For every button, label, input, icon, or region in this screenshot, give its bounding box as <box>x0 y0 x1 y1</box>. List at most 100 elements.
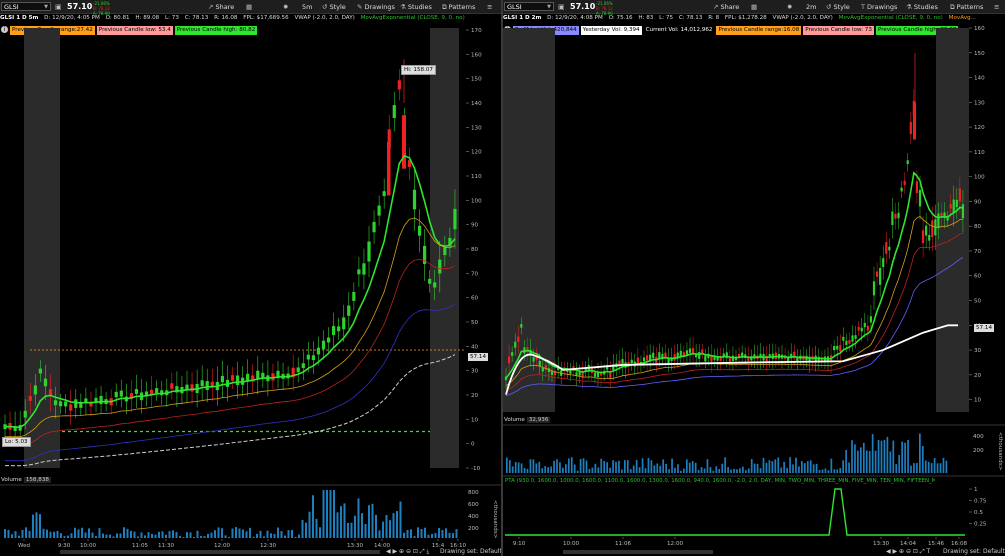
candle-body <box>731 355 735 362</box>
volume-bar <box>305 522 307 538</box>
candle-body <box>59 401 63 407</box>
price-axis-label: 30 <box>471 369 479 375</box>
candle-body <box>544 364 547 371</box>
price-axis-label: 150 <box>974 51 985 57</box>
candle-body <box>517 336 520 342</box>
volume-bar <box>865 450 868 473</box>
candle-body <box>885 242 888 254</box>
candle-body <box>43 378 48 387</box>
candle-body <box>301 363 305 369</box>
volume-bar <box>210 532 213 538</box>
volume-bar <box>786 467 788 473</box>
volume-bar <box>712 470 715 473</box>
candle-body <box>618 360 621 365</box>
ma-line-2 <box>5 258 456 447</box>
volume-bar <box>656 463 659 473</box>
volume-bar <box>860 447 862 473</box>
volume-bar <box>851 440 853 473</box>
volume-bar <box>343 503 346 538</box>
right-zoom-controls[interactable]: ◀ ▶ ⊕ ⊖ ⊡ ⤢ T <box>886 547 930 556</box>
volume-bar <box>857 450 859 473</box>
volume-bar <box>105 534 108 538</box>
volume-bar <box>396 511 398 538</box>
left-scrollbar[interactable] <box>60 550 380 554</box>
volume-bar <box>777 457 780 473</box>
candle-body <box>23 410 27 418</box>
volume-bar <box>172 530 174 538</box>
right-scrollbar[interactable] <box>563 550 713 554</box>
candle-body <box>701 349 704 354</box>
volume-bar <box>427 534 430 538</box>
volume-bar <box>874 450 877 473</box>
candle-body <box>836 345 839 350</box>
volume-bar <box>780 467 783 473</box>
volume-bar <box>907 439 909 473</box>
volume-bar <box>224 535 227 538</box>
volume-bar <box>350 522 353 538</box>
left-chart-svg[interactable]: 1701601501401301201101009080706050403020… <box>0 0 502 556</box>
price-axis-label: 70 <box>974 249 982 255</box>
right-chart-panel: GLSI ▼ ▣ 57.10 -21.06% B: 78.12 A: 78.90 … <box>503 0 1005 556</box>
volume-unit-label: <thousands> <box>997 432 1003 471</box>
price-axis-label: 170 <box>471 28 482 34</box>
price-axis-label: 90 <box>974 199 982 205</box>
volume-bar <box>559 462 561 473</box>
volume-bar <box>833 469 836 473</box>
volume-unit-label: <thousands> <box>492 500 498 539</box>
price-axis-label: 80 <box>471 247 479 253</box>
volume-bar <box>410 529 412 538</box>
price-axis-label: 60 <box>974 274 982 280</box>
volume-bar <box>789 457 791 473</box>
price-axis-label: -10 <box>471 466 481 472</box>
volume-bar <box>715 466 718 473</box>
candle-body <box>630 359 633 364</box>
volume-bar <box>877 440 880 473</box>
price-axis-label: 140 <box>974 76 985 82</box>
volume-bar <box>137 536 139 538</box>
left-drawing-set[interactable]: Drawing set: Default <box>440 547 502 556</box>
volume-bar <box>266 530 269 538</box>
volume-bar <box>945 460 948 473</box>
volume-bar <box>618 460 620 473</box>
volume-bar <box>217 527 220 538</box>
volume-bar <box>685 459 688 473</box>
candle-body <box>854 335 857 339</box>
volume-bar <box>930 462 933 473</box>
candle-body <box>541 367 544 372</box>
pta-axis-label: 1 <box>974 487 978 493</box>
volume-bar <box>724 457 726 473</box>
candle-body <box>397 80 401 90</box>
volume-bar <box>368 505 370 538</box>
volume-bar <box>336 512 339 538</box>
candle-body <box>685 350 689 355</box>
volume-bar <box>378 530 381 538</box>
candle-body <box>915 181 919 194</box>
price-axis-label: 110 <box>471 174 482 180</box>
volume-bar <box>245 531 248 538</box>
candle-body <box>170 383 174 389</box>
left-high-bubble: Hi: 158.07 <box>401 65 436 75</box>
volume-bar <box>413 536 416 538</box>
volume-bar <box>46 529 48 538</box>
volume-bar <box>845 450 847 473</box>
volume-bar <box>347 522 349 538</box>
volume-bar <box>315 518 318 538</box>
volume-bar <box>594 463 597 473</box>
left-last-price-tag: 57.14 <box>468 353 489 361</box>
volume-axis-label: 200 <box>973 448 984 454</box>
volume-bar <box>431 533 433 538</box>
right-volume-value: 32,936 <box>526 417 551 423</box>
right-chart-svg[interactable]: 1601501401301201101009080706050403020104… <box>503 0 1005 556</box>
volume-bar <box>694 462 697 473</box>
volume-bar <box>11 534 13 538</box>
volume-bar <box>606 462 608 473</box>
volume-bar <box>842 460 844 473</box>
volume-bar <box>544 466 547 473</box>
left-zoom-controls[interactable]: ◀ ▶ ⊕ ⊖ ⊡ ⤢ ⤓ <box>386 547 429 556</box>
price-axis-label: 40 <box>471 344 479 350</box>
right-drawing-set[interactable]: Drawing set: Default <box>943 547 1005 556</box>
candle-body <box>514 341 517 348</box>
candle-body <box>879 268 882 285</box>
volume-bar <box>567 458 570 473</box>
volume-bar <box>933 458 936 473</box>
